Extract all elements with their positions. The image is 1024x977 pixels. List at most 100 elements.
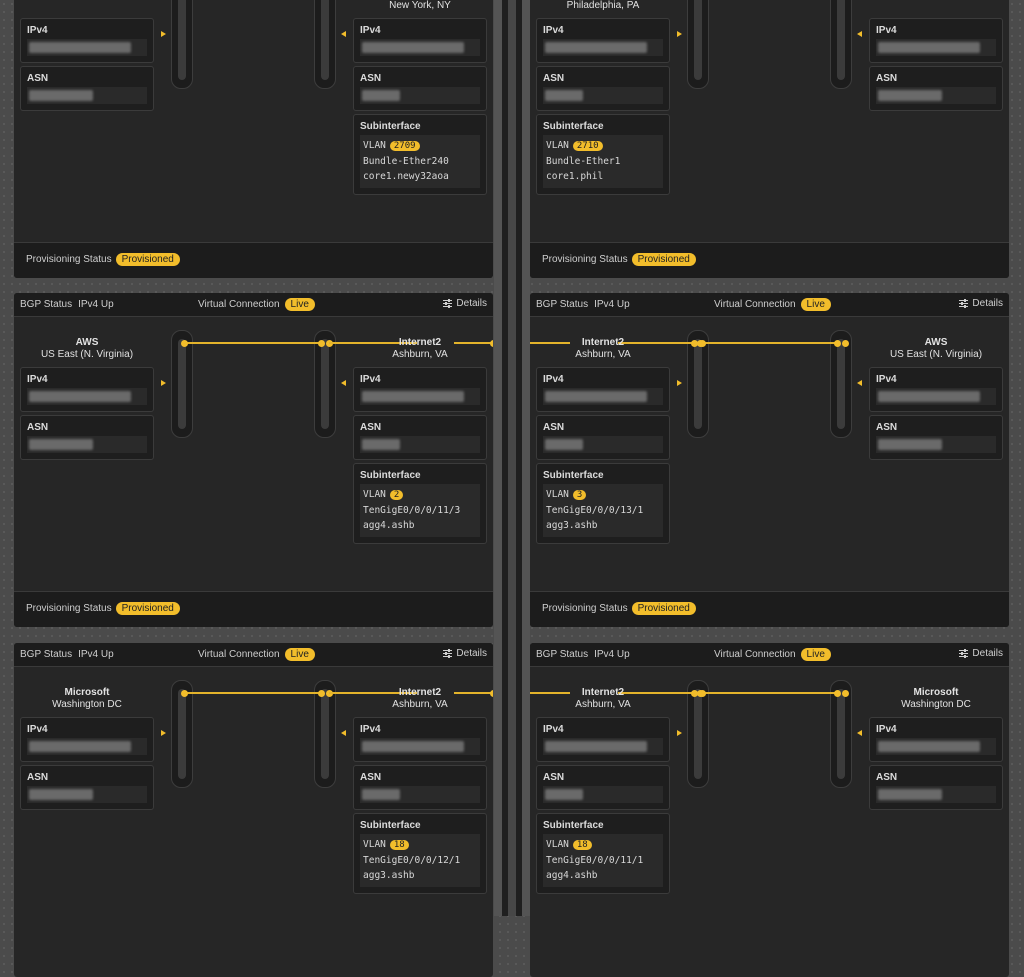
link-endpoint-dot (841, 689, 849, 697)
provisioned-badge: Provisioned (631, 253, 696, 266)
ipv4-value-redacted (543, 388, 663, 405)
site-location: Ashburn, VA (575, 349, 631, 360)
live-badge: Live (800, 298, 831, 311)
virtual-connection-status: Virtual Connection Live (714, 648, 831, 661)
details-button[interactable]: Details (959, 648, 1003, 659)
subinterface-details: VLAN 18 TenGigE0/0/0/12/1 agg3.ashb (360, 834, 480, 887)
asn-value-redacted (360, 87, 480, 104)
arrow-left-icon (857, 380, 862, 386)
redacted-text (29, 391, 131, 402)
ipv4-label: IPv4 (543, 374, 564, 385)
site-provider: Microsoft (64, 687, 110, 698)
port-rail-track (694, 0, 702, 80)
vlan-id-badge: 2710 (572, 141, 603, 151)
asn-value-redacted (27, 87, 147, 104)
virtual-connection-status: Virtual Connection Live (714, 298, 831, 311)
site-title: Microsoft Washington DC (869, 687, 1003, 711)
asn-label: ASN (360, 422, 382, 433)
details-button[interactable]: Details (443, 298, 487, 309)
vlan-id-badge: 18 (572, 840, 592, 850)
port-rail-track (694, 339, 702, 429)
port-rail-b (314, 330, 336, 438)
ipv4-value-redacted (876, 388, 996, 405)
link-line (700, 692, 837, 694)
card-header: BGP Status IPv4 Up Virtual Connection Live D… (14, 643, 493, 667)
link-endpoint-dot (489, 339, 493, 347)
asn-label: ASN (360, 73, 382, 84)
site-title: Internet2Philadelphia, PA (536, 0, 670, 12)
device-name: core1.phil (546, 171, 604, 182)
ipv4-label: IPv4 (360, 374, 381, 385)
port-rail-b (830, 680, 852, 788)
site-location: US East (N. Virginia) (889, 349, 983, 360)
bgp-status-value: IPv4 Up (594, 649, 630, 660)
link-endpoint-dot (833, 689, 841, 697)
site-provider: Internet2 (398, 687, 442, 698)
link-endpoint-dot (841, 339, 849, 347)
bgp-status-value: IPv4 Up (78, 299, 114, 310)
details-button[interactable]: Details (959, 298, 1003, 309)
divider-left-gutter (494, 0, 502, 916)
interface-name: TenGigE0/0/0/12/1 (363, 855, 461, 866)
ipv4-box: IPv4 (353, 18, 487, 63)
redacted-text (362, 90, 400, 101)
redacted-text (545, 741, 647, 752)
vlan-id-badge: 3 (572, 490, 587, 500)
provisioning-status: Provisioning Status Provisioned (26, 602, 180, 615)
subinterface-label: Subinterface (360, 121, 421, 132)
device-name: agg4.ashb (363, 520, 415, 531)
ipv4-value-redacted (876, 738, 996, 755)
bgp-status-value: IPv4 Up (594, 299, 630, 310)
asn-value-redacted (543, 786, 663, 803)
site-title: Internet2 Ashburn, VA (536, 687, 670, 711)
live-badge: Live (800, 648, 831, 661)
interface-name: TenGigE0/0/0/11/3 (363, 505, 461, 516)
site-location: Washington DC (52, 699, 122, 710)
ipv4-box: IPv4 (869, 717, 1003, 762)
link-line (184, 342, 321, 344)
card-footer: Provisioning Status Provisioned (14, 242, 493, 278)
virtual-connection-label: Virtual Connection (198, 649, 280, 660)
provisioning-status-label: Provisioning Status (542, 254, 628, 265)
redacted-text (362, 741, 464, 752)
vlan-label: VLAN (546, 140, 569, 151)
subinterface-label: Subinterface (543, 470, 604, 481)
port-rail-track (178, 689, 186, 779)
asn-box: ASN (20, 415, 154, 460)
ipv4-box: IPv4 (536, 18, 670, 63)
live-badge: Live (284, 298, 315, 311)
port-rail-b (314, 0, 336, 89)
subinterface-details: VLAN 2710 Bundle-Ether1 core1.phil (543, 135, 663, 188)
ipv4-label: IPv4 (27, 374, 48, 385)
virtual-connection-label: Virtual Connection (714, 649, 796, 660)
asn-box: ASN (536, 66, 670, 111)
site-provider: Internet2 (398, 337, 442, 348)
asn-value-redacted (27, 436, 147, 453)
provisioning-status-label: Provisioning Status (26, 603, 112, 614)
arrow-right-icon (677, 380, 682, 386)
arrow-right-icon (161, 730, 166, 736)
redacted-text (362, 789, 400, 800)
port-rail-track (178, 339, 186, 429)
vlan-label: VLAN (546, 839, 569, 850)
ipv4-value-redacted (27, 738, 147, 755)
asn-label: ASN (27, 73, 49, 84)
asn-box: ASN (353, 415, 487, 460)
subinterface-label: Subinterface (360, 820, 421, 831)
link-endpoint-dot (690, 689, 698, 697)
ipv4-value-redacted (876, 39, 996, 56)
vc-card-2-right: BGP Status IPv4 Up Virtual Connection Live D… (530, 643, 1009, 977)
link-endpoint-dot (698, 689, 706, 697)
asn-box: ASN (353, 765, 487, 810)
details-button[interactable]: Details (443, 648, 487, 659)
subinterface-box: Subinterface VLAN 2710 Bundle-Ether1 core1.p… (536, 114, 670, 195)
port-rail-b (830, 330, 852, 438)
subinterface-box: Subinterface VLAN 2 TenGigE0/0/0/11/3 agg4.a… (353, 463, 487, 544)
ipv4-label: IPv4 (543, 25, 564, 36)
asn-box: ASN (20, 66, 154, 111)
site-location: US East (N. Virginia) (40, 349, 134, 360)
asn-box: ASN (869, 415, 1003, 460)
interface-name: Bundle-Ether240 (363, 156, 449, 167)
redacted-text (878, 741, 980, 752)
redacted-text (878, 789, 942, 800)
